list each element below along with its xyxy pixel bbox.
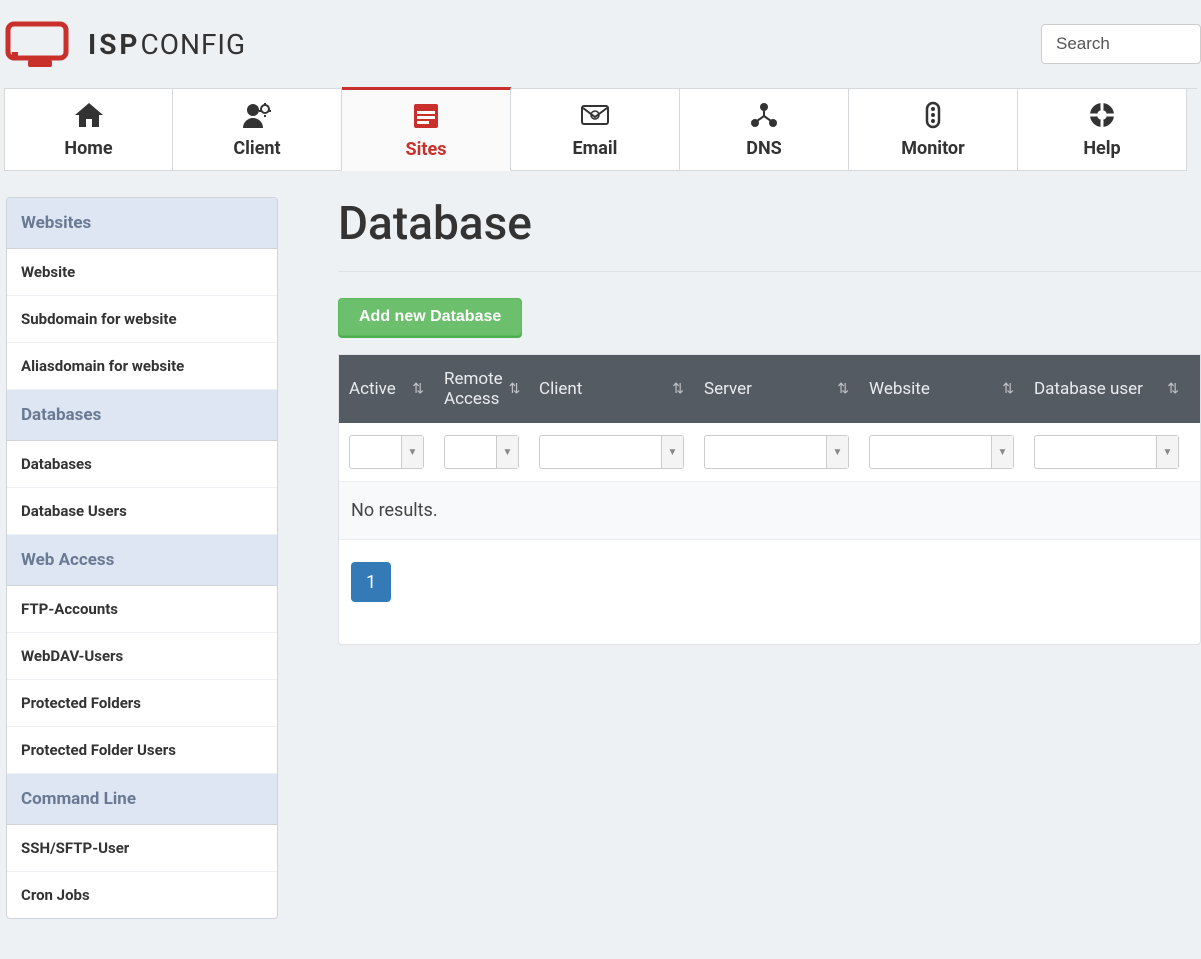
col-label: Website: [869, 379, 930, 399]
filter-dbuser[interactable]: ▼: [1034, 435, 1179, 469]
filter-website[interactable]: ▼: [869, 435, 1014, 469]
help-icon: [1086, 100, 1118, 130]
filter-active[interactable]: ▼: [349, 435, 424, 469]
sort-icon: ⇅: [509, 381, 521, 398]
nav-label: DNS: [746, 138, 781, 159]
page-title: Database: [338, 197, 1201, 272]
page-1-button[interactable]: 1: [351, 562, 391, 602]
table-header: Active ⇅ Remote Access ⇅ Client ⇅ Server…: [339, 355, 1200, 423]
nav-sites[interactable]: Sites: [342, 87, 511, 171]
nav-label: Monitor: [901, 138, 964, 159]
col-label: Server: [704, 379, 752, 399]
logo[interactable]: ISPCONFIG: [4, 18, 246, 70]
col-remote-access[interactable]: Remote Access ⇅: [434, 355, 529, 423]
filter-server[interactable]: ▼: [704, 435, 849, 469]
col-database-user[interactable]: Database user ⇅: [1024, 355, 1189, 423]
nav-label: Help: [1083, 138, 1120, 159]
nav-label: Home: [64, 138, 112, 159]
sidebar-item-databases[interactable]: Databases: [7, 441, 277, 488]
sidebar-head-databases: Databases: [7, 390, 277, 441]
sites-icon: [410, 101, 442, 131]
nav-home[interactable]: Home: [4, 89, 173, 171]
sidebar-item-database-users[interactable]: Database Users: [7, 488, 277, 535]
sidebar-item-ssh[interactable]: SSH/SFTP-User: [7, 825, 277, 872]
main-nav: Home Client Sites Email DNS Monitor Help: [4, 88, 1197, 171]
chevron-down-icon: ▼: [496, 436, 518, 468]
sidebar-item-subdomain[interactable]: Subdomain for website: [7, 296, 277, 343]
col-label: Active: [349, 379, 396, 399]
col-label: Client: [539, 379, 582, 399]
filter-row: ▼ ▼ ▼ ▼ ▼ ▼: [339, 423, 1200, 482]
home-icon: [73, 100, 105, 130]
logo-text: ISPCONFIG: [88, 28, 246, 61]
sort-icon: ⇅: [672, 381, 684, 397]
nav-dns[interactable]: DNS: [680, 89, 849, 171]
search-input[interactable]: [1041, 24, 1201, 64]
chevron-down-icon: ▼: [1156, 436, 1178, 468]
no-results: No results.: [339, 482, 1200, 540]
chevron-down-icon: ▼: [401, 436, 423, 468]
filter-client[interactable]: ▼: [539, 435, 684, 469]
dns-icon: [748, 100, 780, 130]
col-active[interactable]: Active ⇅: [339, 355, 434, 423]
client-icon: [241, 100, 273, 130]
col-label: Remote Access: [444, 369, 503, 410]
nav-monitor[interactable]: Monitor: [849, 89, 1018, 171]
pagination: 1: [339, 540, 1200, 644]
nav-client[interactable]: Client: [173, 89, 342, 171]
sort-icon: ⇅: [1002, 381, 1014, 397]
nav-email[interactable]: Email: [511, 89, 680, 171]
sort-icon: ⇅: [412, 381, 424, 397]
sidebar-item-cron[interactable]: Cron Jobs: [7, 872, 277, 918]
nav-help[interactable]: Help: [1018, 89, 1187, 171]
nav-label: Client: [233, 138, 280, 159]
logo-icon: [4, 18, 76, 70]
sort-icon: ⇅: [837, 381, 849, 397]
sidebar-head-webaccess: Web Access: [7, 535, 277, 586]
sidebar-item-website[interactable]: Website: [7, 249, 277, 296]
col-client[interactable]: Client ⇅: [529, 355, 694, 423]
sidebar-item-ftp[interactable]: FTP-Accounts: [7, 586, 277, 633]
add-database-button[interactable]: Add new Database: [338, 298, 522, 336]
email-icon: [579, 100, 611, 130]
sidebar: Websites Website Subdomain for website A…: [6, 197, 278, 919]
sidebar-item-aliasdomain[interactable]: Aliasdomain for website: [7, 343, 277, 390]
chevron-down-icon: ▼: [661, 436, 683, 468]
col-server[interactable]: Server ⇅: [694, 355, 859, 423]
sidebar-item-protected-folder-users[interactable]: Protected Folder Users: [7, 727, 277, 774]
chevron-down-icon: ▼: [991, 436, 1013, 468]
database-table: Active ⇅ Remote Access ⇅ Client ⇅ Server…: [338, 354, 1201, 645]
filter-remote[interactable]: ▼: [444, 435, 519, 469]
col-label: Database user: [1034, 379, 1143, 399]
sidebar-item-protected-folders[interactable]: Protected Folders: [7, 680, 277, 727]
col-website[interactable]: Website ⇅: [859, 355, 1024, 423]
sidebar-item-webdav[interactable]: WebDAV-Users: [7, 633, 277, 680]
chevron-down-icon: ▼: [826, 436, 848, 468]
sidebar-head-websites: Websites: [7, 198, 277, 249]
nav-label: Email: [573, 138, 618, 159]
sidebar-head-commandline: Command Line: [7, 774, 277, 825]
monitor-icon: [917, 100, 949, 130]
sort-icon: ⇅: [1167, 381, 1179, 397]
nav-label: Sites: [406, 139, 447, 160]
